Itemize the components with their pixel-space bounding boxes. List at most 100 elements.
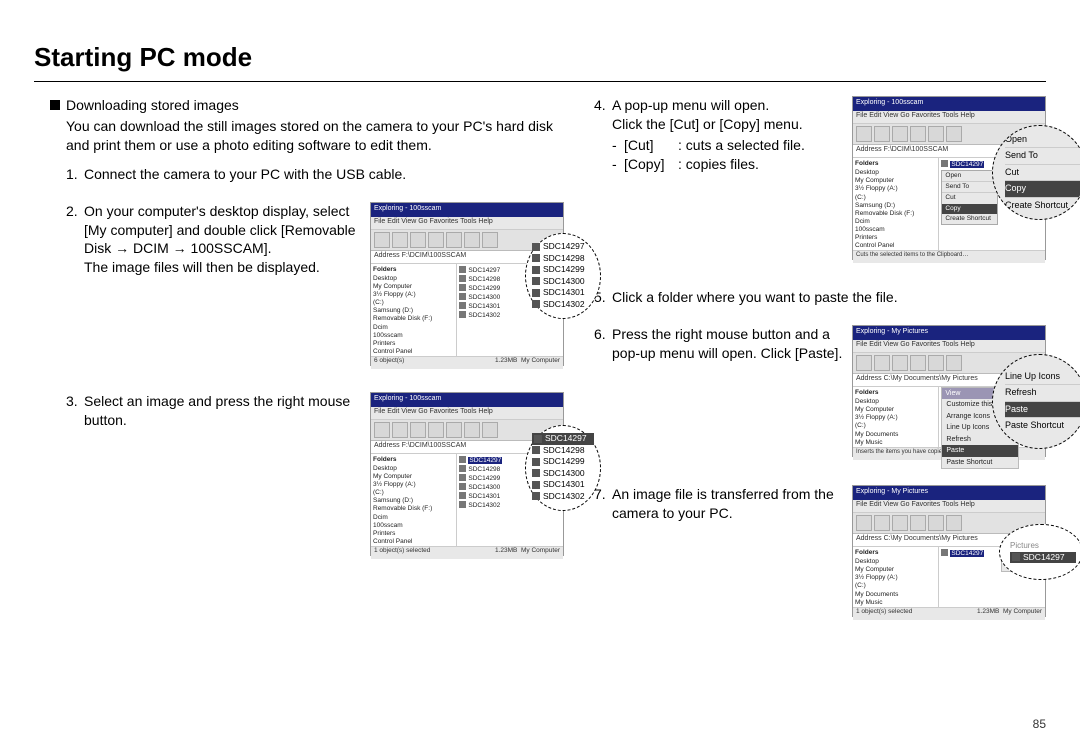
step-4: 4. A pop-up menu will open. Click the [C… — [594, 96, 1046, 260]
window-titlebar: Exploring - 100sscam — [371, 393, 563, 407]
callout-item: SDC14297 — [1010, 552, 1076, 563]
callout-header: Pictures — [1010, 541, 1076, 552]
step-text: Click a folder where you want to paste t… — [612, 289, 898, 305]
menu-item: Send To — [1005, 148, 1080, 165]
step-7: 7. An image file is transferred from the… — [594, 485, 1046, 617]
step-5: 5. Click a folder where you want to past… — [594, 288, 1046, 307]
toolbar-button — [410, 232, 426, 248]
step-number: 6. — [594, 325, 612, 344]
folder-tree: Folders Desktop My Computer 3½ Floppy (A… — [853, 547, 939, 607]
window-menubar: File Edit View Go Favorites Tools Help — [371, 217, 563, 230]
toolbar-button — [910, 355, 926, 371]
toolbar-button — [856, 126, 872, 142]
menu-item: Create Shortcut — [1005, 198, 1080, 214]
left-column: Downloading stored images You can downlo… — [34, 96, 564, 635]
step-text: Connect the camera to your PC with the U… — [84, 166, 406, 182]
section-heading: Downloading stored images — [34, 96, 564, 115]
toolbar-button — [892, 126, 908, 142]
folder-tree: Folders Desktop My Computer 3½ Floppy (A… — [371, 264, 457, 356]
callout-item: SDC14297 — [532, 241, 594, 252]
page-title: Starting PC mode — [34, 40, 1046, 75]
step-text: A pop-up menu will open. Click the [Cut]… — [612, 96, 852, 174]
callout-item: SDC14300 — [532, 468, 594, 479]
figure-explorer-context-menu: Exploring - 100sscam File Edit View Go F… — [852, 96, 1046, 260]
window-menubar: File Edit View Go Favorites Tools Help — [853, 500, 1045, 513]
page-number: 85 — [1033, 716, 1046, 732]
callout-item: SDC14297 — [532, 433, 594, 444]
callout-item: SDC14302 — [532, 299, 594, 310]
folder-tree: Folders Desktop My Computer 3½ Floppy (A… — [853, 158, 939, 250]
callout-item: SDC14299 — [532, 456, 594, 467]
toolbar-button — [410, 422, 426, 438]
menu-item: Copy — [1005, 181, 1080, 198]
toolbar-button — [856, 515, 872, 531]
toolbar-button — [928, 126, 944, 142]
window-titlebar: Exploring - My Pictures — [853, 486, 1045, 500]
toolbar-button — [446, 422, 462, 438]
toolbar-button — [482, 232, 498, 248]
step-text: On your computer's desktop display, sele… — [84, 202, 370, 278]
callout-file-list-selected: SDC14297 SDC14298 SDC14299 SDC14300 SDC1… — [525, 425, 601, 511]
callout-item: SDC14298 — [532, 445, 594, 456]
step-body: Click a folder where you want to paste t… — [612, 288, 1046, 307]
callout-item: SDC14301 — [532, 479, 594, 490]
folder-tree: Folders Desktop My Computer 3½ Floppy (A… — [371, 454, 457, 546]
figure-explorer-result: Exploring - My Pictures File Edit View G… — [852, 485, 1046, 617]
toolbar-button — [928, 355, 944, 371]
window-menubar: File Edit View Go Favorites Tools Help — [853, 111, 1045, 124]
status-bar: 1 object(s) selected 1.23MB My Computer — [853, 607, 1045, 620]
context-menu: Open Send To Cut Copy Create Shortcut — [941, 170, 998, 225]
steps-right: 4. A pop-up menu will open. Click the [C… — [582, 96, 1046, 617]
toolbar-button — [428, 232, 444, 248]
toolbar-button — [446, 232, 462, 248]
window-menubar: File Edit View Go Favorites Tools Help — [371, 407, 563, 420]
toolbar-button — [892, 515, 908, 531]
callout-result: Pictures SDC14297 — [999, 524, 1080, 580]
figure-explorer-select: Exploring - 100sscam File Edit View Go F… — [370, 392, 564, 556]
step-text: Press the right mouse button and a pop-u… — [612, 325, 852, 363]
step-body: A pop-up menu will open. Click the [Cut]… — [612, 96, 1046, 260]
callout-item: SDC14299 — [532, 264, 594, 275]
step-number: 2. — [66, 202, 84, 221]
toolbar-button — [910, 126, 926, 142]
step-number: 4. — [594, 96, 612, 115]
callout-item: SDC14300 — [532, 276, 594, 287]
toolbar-button — [946, 126, 962, 142]
toolbar-button — [946, 355, 962, 371]
figure-explorer-100sscam: Exploring - 100sscam File Edit View Go F… — [370, 202, 564, 366]
title-rule — [34, 81, 1046, 82]
menu-item: Open — [1005, 132, 1080, 149]
sub-item: - [Cut] : cuts a selected file. — [612, 136, 844, 155]
callout-paste-menu: Line Up Icons Refresh Paste Paste Shortc… — [992, 354, 1080, 449]
callout-context-menu: Open Send To Cut Copy Create Shortcut — [992, 125, 1080, 220]
menu-item: Paste Shortcut — [1005, 418, 1080, 434]
status-bar: Cuts the selected items to the Clipboard… — [853, 250, 1045, 263]
square-bullet-icon — [50, 100, 60, 110]
toolbar-button — [392, 422, 408, 438]
toolbar-button — [910, 515, 926, 531]
intro-text: You can download the still images stored… — [66, 117, 564, 155]
sub-item: - [Copy] : copies files. — [612, 155, 844, 174]
step-body: Select an image and press the right mous… — [84, 392, 564, 556]
toolbar-button — [946, 515, 962, 531]
folder-tree: Folders Desktop My Computer 3½ Floppy (A… — [853, 387, 939, 447]
callout-item: SDC14302 — [532, 491, 594, 502]
window-titlebar: Exploring - My Pictures — [853, 326, 1045, 340]
status-bar: 1 object(s) selected 1.23MB My Computer — [371, 546, 563, 559]
menu-item: Paste — [1005, 402, 1080, 419]
right-column: 4. A pop-up menu will open. Click the [C… — [582, 96, 1046, 635]
step-1: 1. Connect the camera to your PC with th… — [66, 165, 564, 184]
step-2: 2. On your computer's desktop display, s… — [66, 202, 564, 366]
callout-item: SDC14298 — [532, 253, 594, 264]
toolbar-button — [874, 355, 890, 371]
toolbar-button — [464, 232, 480, 248]
sub-list: - [Cut] : cuts a selected file. - [Copy]… — [612, 136, 844, 174]
section-heading-text: Downloading stored images — [66, 96, 239, 115]
steps-left: 1. Connect the camera to your PC with th… — [34, 165, 564, 556]
toolbar-button — [874, 515, 890, 531]
step-6: 6. Press the right mouse button and a po… — [594, 325, 1046, 457]
window-titlebar: Exploring - 100sscam — [371, 203, 563, 217]
step-number: 1. — [66, 165, 84, 184]
step-text: Select an image and press the right mous… — [84, 392, 370, 430]
callout-file-list: SDC14297 SDC14298 SDC14299 SDC14300 SDC1… — [525, 233, 601, 319]
